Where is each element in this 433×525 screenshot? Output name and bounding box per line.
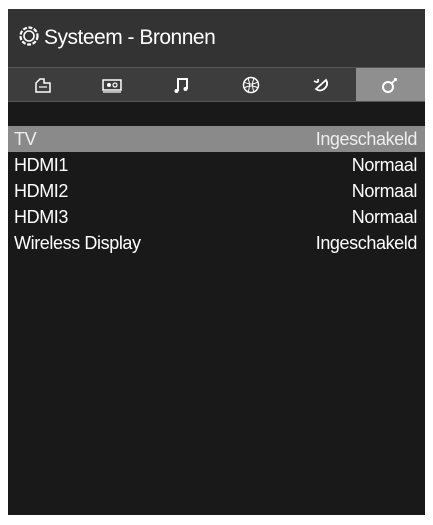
tab-system[interactable] (355, 68, 425, 101)
source-value: Normaal (351, 181, 418, 201)
source-label: TV (14, 129, 37, 149)
list-item-hdmi2[interactable]: HDMI2 Normaal (8, 178, 425, 204)
source-label: HDMI3 (14, 207, 69, 227)
page-title: Systeem - Bronnen (44, 26, 216, 49)
source-label: HDMI1 (14, 155, 69, 175)
settings-gear-icon (19, 26, 39, 46)
tab-installation[interactable] (286, 68, 356, 101)
list-item-hdmi3[interactable]: HDMI3 Normaal (8, 204, 425, 230)
source-value: Normaal (351, 155, 418, 175)
settings-panel: Systeem - Bronnen TV Ingeschakeld HDMI1 … (8, 9, 425, 515)
menu-tabs (8, 67, 425, 102)
sources-list: TV Ingeschakeld HDMI1 Normaal HDMI2 Norm… (8, 126, 425, 256)
list-item-tv[interactable]: TV Ingeschakeld (8, 126, 425, 152)
source-label: HDMI2 (14, 181, 69, 201)
system-settings-icon (382, 77, 398, 93)
source-value: Ingeschakeld (315, 129, 418, 149)
source-label: Wireless Display (14, 233, 141, 253)
list-item-wireless-display[interactable]: Wireless Display Ingeschakeld (8, 230, 425, 256)
list-item-hdmi1[interactable]: HDMI1 Normaal (8, 152, 425, 178)
music-note-icon (174, 77, 188, 93)
tab-sources[interactable] (78, 68, 148, 101)
tab-sound[interactable] (147, 68, 217, 101)
menu-header: Systeem - Bronnen (8, 9, 425, 67)
tv-source-icon (102, 78, 122, 93)
source-value: Ingeschakeld (315, 233, 418, 253)
tab-picture[interactable] (8, 68, 78, 101)
picture-icon (35, 77, 51, 93)
tab-network[interactable] (217, 68, 287, 101)
satellite-dish-icon (313, 78, 328, 91)
source-value: Normaal (351, 207, 418, 227)
globe-network-icon (243, 76, 260, 93)
